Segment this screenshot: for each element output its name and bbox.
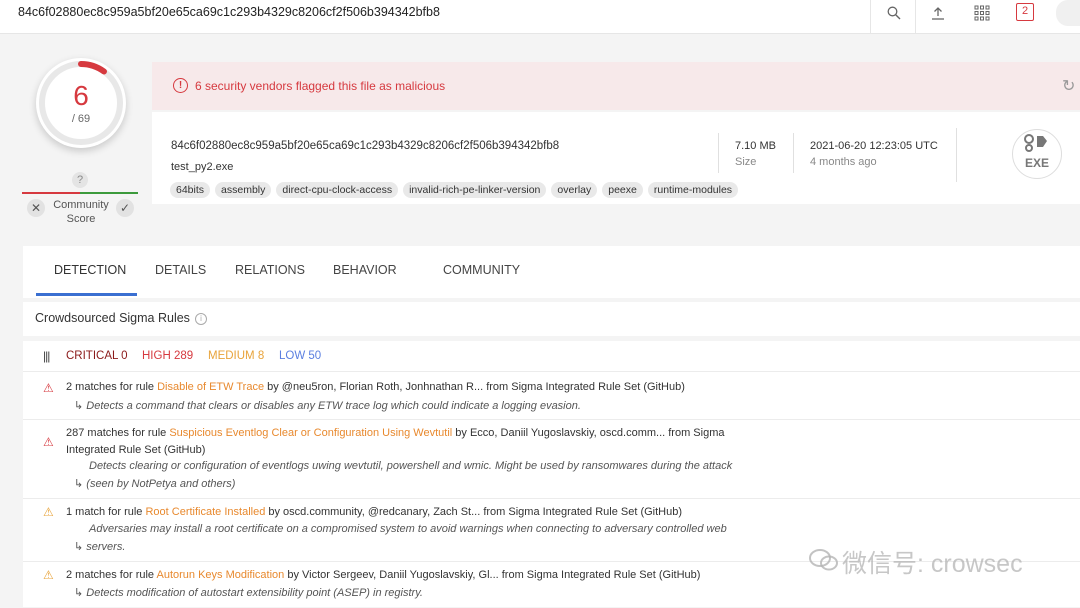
tag-chip[interactable]: runtime-modules <box>647 182 739 198</box>
search-input[interactable]: 84c6f02880ec8c959a5bf20e65ca69c1c293b432… <box>18 5 440 19</box>
tag-chip[interactable]: 64bits <box>170 182 211 198</box>
tab-detection[interactable]: DETECTION <box>54 263 126 277</box>
upload-icon[interactable] <box>927 4 949 22</box>
reply-arrow-icon: ↳ <box>74 541 87 553</box>
detection-count: 6 <box>73 80 89 111</box>
community-score-label: Community Score <box>53 199 109 225</box>
toolbar-divider <box>870 0 871 33</box>
notifications-icon[interactable]: 2 <box>1016 3 1034 21</box>
active-tab-indicator <box>36 293 137 296</box>
rule-line: 2 matches for rule Disable of ETW Trace … <box>66 381 685 393</box>
row-divider <box>23 419 1080 420</box>
rule-line: 2 matches for rule Autorun Keys Modifica… <box>66 569 701 581</box>
rule-description: Adversaries may install a root certifica… <box>89 523 727 535</box>
file-tags: 64bits assembly direct-cpu-clock-access … <box>170 182 739 198</box>
tab-relations[interactable]: RELATIONS <box>235 263 305 277</box>
rule-link[interactable]: Autorun Keys Modification <box>157 569 285 581</box>
rule-description: ↳ Detects a command that clears or disab… <box>74 400 581 412</box>
filter-medium[interactable]: MEDIUM 8 <box>208 350 264 362</box>
tag-chip[interactable]: direct-cpu-clock-access <box>276 182 399 198</box>
rule-link[interactable]: Suspicious Eventlog Clear or Configurati… <box>169 427 452 439</box>
reanalyze-icon[interactable]: ↻ <box>1062 76 1075 96</box>
vote-harmful-button[interactable]: ✕ <box>27 199 45 217</box>
search-icon[interactable] <box>883 4 905 22</box>
rule-description-continued: ↳ (seen by NotPetya and others) <box>74 478 236 490</box>
toolbar-divider <box>915 0 916 33</box>
file-size-label: Size <box>735 156 757 168</box>
wechat-icon <box>809 549 838 571</box>
filter-critical[interactable]: CRITICAL 0 <box>66 350 128 362</box>
warning-triangle-icon: ⚠ <box>43 505 54 519</box>
rule-line: 1 match for rule Root Certificate Instal… <box>66 506 683 518</box>
warning-triangle-icon: ⚠ <box>43 435 54 449</box>
file-hash: 84c6f02880ec8c959a5bf20e65ca69c1c293b432… <box>171 140 560 152</box>
rule-description-continued: ↳ servers. <box>74 541 126 553</box>
file-type-label: EXE <box>1024 156 1049 170</box>
rule-link[interactable]: Disable of ETW Trace <box>157 381 264 393</box>
rule-description: ↳ Detects modification of autostart exte… <box>74 587 423 599</box>
wechat-watermark: 微信号: crowsec <box>842 550 1023 578</box>
user-menu[interactable] <box>1056 0 1080 26</box>
filter-high[interactable]: HIGH 289 <box>142 350 193 362</box>
malicious-banner: ! 6 security vendors flagged this file a… <box>152 62 1080 110</box>
rule-description: Detects clearing or configuration of eve… <box>89 460 733 472</box>
file-size-value: 7.10 MB <box>735 140 776 152</box>
info-divider <box>956 128 957 182</box>
reply-arrow-icon: ↳ <box>74 400 87 412</box>
top-search-bar: 84c6f02880ec8c959a5bf20e65ca69c1c293b432… <box>0 0 1080 34</box>
detection-score-ring: 6 / 69 <box>36 58 126 148</box>
reply-arrow-icon: ↳ <box>74 587 87 599</box>
tag-chip[interactable]: overlay <box>551 182 598 198</box>
tag-chip[interactable]: invalid-rich-pe-linker-version <box>403 182 547 198</box>
vote-harmless-button[interactable]: ✓ <box>116 199 134 217</box>
warning-triangle-icon: ⚠ <box>43 381 54 395</box>
info-divider <box>793 133 794 173</box>
banner-message: 6 security vendors flagged this file as … <box>195 79 446 93</box>
file-date-value: 2021-06-20 12:23:05 UTC <box>810 140 938 152</box>
rule-line: 287 matches for rule Suspicious Eventlog… <box>66 427 725 439</box>
alert-circle-icon: ! <box>173 78 188 93</box>
apps-grid-icon[interactable] <box>971 4 993 22</box>
detection-total: / 69 <box>71 113 91 125</box>
rule-line-continued: Integrated Rule Set (GitHub) <box>66 444 206 456</box>
file-date-relative: 4 months ago <box>810 156 877 168</box>
row-divider <box>23 498 1080 499</box>
tab-behavior[interactable]: BEHAVIOR <box>333 263 397 277</box>
community-score-value: ? <box>72 172 88 188</box>
severity-bars-icon: ||| <box>43 349 50 363</box>
section-title: Crowdsourced Sigma Rules <box>35 311 190 325</box>
info-divider <box>718 133 719 173</box>
tab-details[interactable]: DETAILS <box>155 263 206 277</box>
tag-chip[interactable]: assembly <box>215 182 272 198</box>
warning-triangle-icon: ⚠ <box>43 568 54 582</box>
filter-low[interactable]: LOW 50 <box>279 350 321 362</box>
rule-link[interactable]: Root Certificate Installed <box>145 506 265 518</box>
tag-chip[interactable]: peexe <box>602 182 643 198</box>
file-name: test_py2.exe <box>171 161 234 173</box>
community-score-bar <box>22 192 138 194</box>
reply-arrow-icon: ↳ <box>74 478 87 490</box>
info-icon[interactable]: i <box>195 313 207 325</box>
file-type-badge: EXE <box>1012 129 1062 179</box>
tab-community[interactable]: COMMUNITY <box>443 263 520 277</box>
